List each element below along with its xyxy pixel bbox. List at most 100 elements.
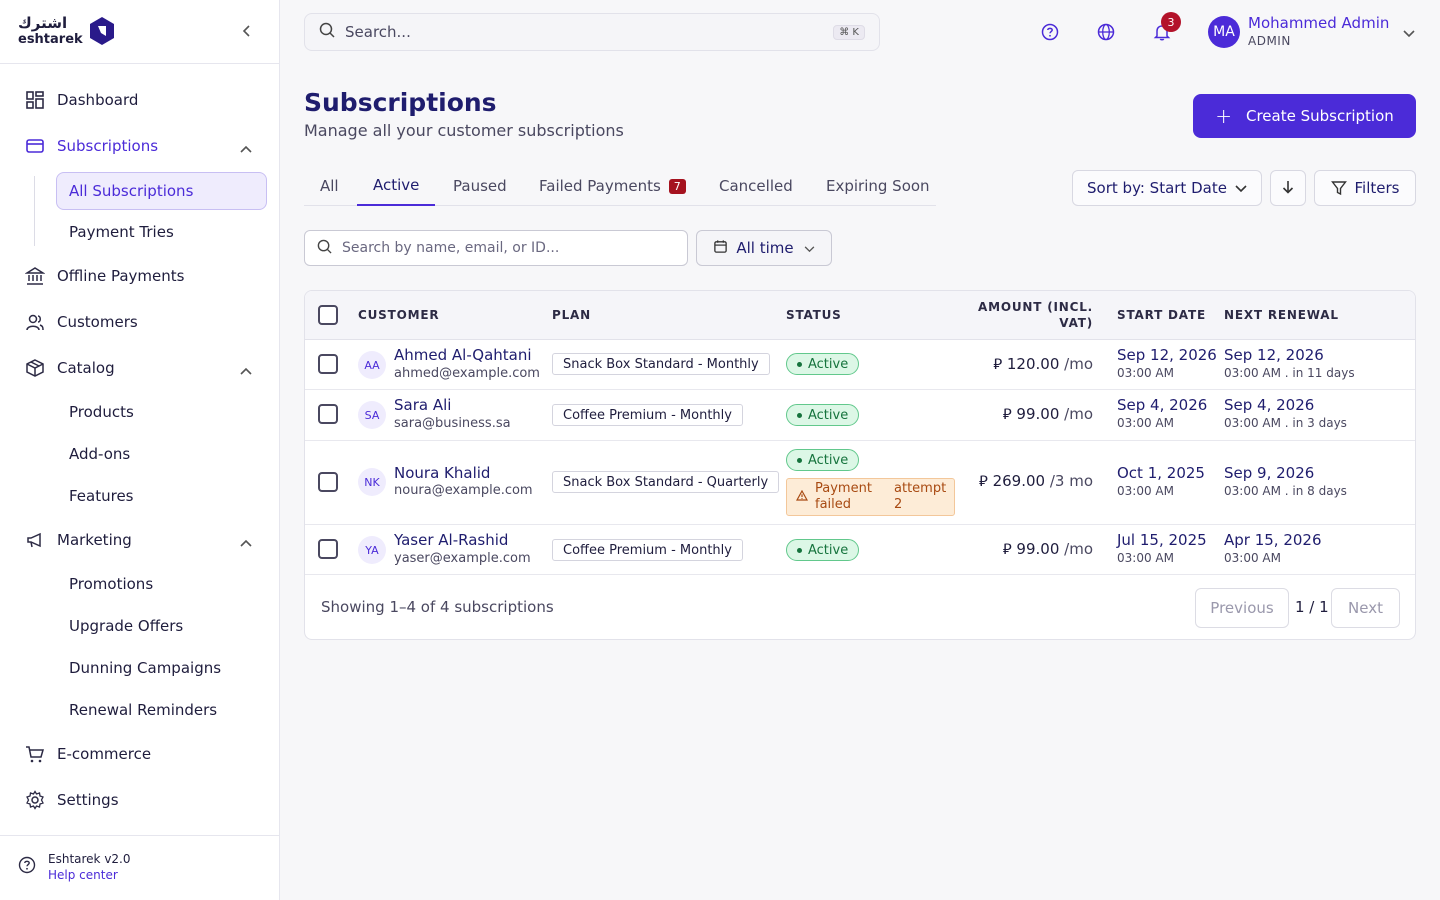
row-checkbox[interactable] xyxy=(318,472,338,492)
payment-failed-badge: Payment failed attempt 2 xyxy=(786,478,955,516)
filter-icon xyxy=(1330,181,1347,196)
help-circle-icon xyxy=(18,856,36,878)
calendar-icon xyxy=(713,239,728,258)
column-header-start-date[interactable]: START DATE xyxy=(1117,308,1206,322)
sidebar-item-customers[interactable]: Customers xyxy=(24,308,264,336)
brand-logo[interactable]: اشترك eshtarek xyxy=(18,14,115,48)
next-page-button[interactable]: Next xyxy=(1331,588,1400,628)
column-header-next-renewal[interactable]: NEXT RENEWAL xyxy=(1224,308,1339,322)
sidebar-subitem-all-subscriptions[interactable]: All Subscriptions xyxy=(56,172,267,210)
plan-tag: Coffee Premium - Monthly xyxy=(552,404,743,426)
create-subscription-button[interactable]: + Create Subscription xyxy=(1193,94,1416,138)
amount-value: ⃁ 99.00 xyxy=(1002,405,1060,423)
sidebar-subitem-renewal-reminders[interactable]: Renewal Reminders xyxy=(69,698,217,722)
page-title: Subscriptions xyxy=(304,88,497,117)
sidebar-subitem-dunning-campaigns[interactable]: Dunning Campaigns xyxy=(69,656,221,680)
avatar: AA xyxy=(358,351,386,379)
sidebar-subitem-payment-tries[interactable]: Payment Tries xyxy=(69,220,174,244)
package-icon xyxy=(24,357,46,379)
customer-name[interactable]: Yaser Al-Rashid xyxy=(394,531,508,549)
customer-name[interactable]: Ahmed Al-Qahtani xyxy=(394,346,532,364)
failed-count-badge: 7 xyxy=(668,178,686,194)
tab-all[interactable]: All xyxy=(320,166,339,206)
renewal-time: 03:00 AM . in 3 days xyxy=(1224,416,1347,430)
sidebar-subitem-features[interactable]: Features xyxy=(69,484,134,508)
amount: ⃁ 120.00 /mo xyxy=(993,355,1093,374)
column-header-status[interactable]: STATUS xyxy=(786,308,842,322)
help-center-link[interactable]: Help center xyxy=(48,867,131,883)
start-time: 03:00 AM xyxy=(1117,484,1174,498)
sidebar-footer-divider xyxy=(0,835,279,836)
previous-page-button[interactable]: Previous xyxy=(1195,588,1289,628)
user-name: Mohammed Admin xyxy=(1248,14,1390,32)
create-subscription-label: Create Subscription xyxy=(1245,107,1394,125)
sidebar-item-subscriptions[interactable]: Subscriptions xyxy=(24,132,264,160)
sidebar-item-catalog[interactable]: Catalog xyxy=(24,354,264,382)
start-date: Jul 15, 2025 xyxy=(1117,531,1207,549)
pagination-summary: Showing 1–4 of 4 subscriptions xyxy=(321,598,554,616)
page-indicator: 1 / 1 xyxy=(1295,598,1329,616)
status-label: Active xyxy=(808,356,849,372)
sidebar-item-label: Settings xyxy=(57,791,119,809)
attempt-line2: 2 xyxy=(894,497,903,512)
status-badge: Active xyxy=(786,539,860,561)
tab-failed-payments[interactable]: Failed Payments 7 xyxy=(539,166,686,206)
column-header-customer[interactable]: CUSTOMER xyxy=(358,308,439,322)
sort-direction-button[interactable] xyxy=(1270,170,1306,206)
amount: ⃁ 99.00 /mo xyxy=(1003,540,1093,559)
column-header-amount-line2[interactable]: VAT) xyxy=(1059,316,1093,330)
select-all-checkbox[interactable] xyxy=(318,305,338,325)
help-icon[interactable] xyxy=(1039,21,1061,43)
sidebar-item-marketing[interactable]: Marketing xyxy=(24,526,264,554)
row-checkbox[interactable] xyxy=(318,539,338,559)
warning-icon xyxy=(795,489,809,505)
sidebar-item-label: E-commerce xyxy=(57,745,152,763)
row-checkbox[interactable] xyxy=(318,404,338,424)
sidebar-item-dashboard[interactable]: Dashboard xyxy=(24,86,264,114)
table-row[interactable]: AA Ahmed Al-Qahtani ahmed@example.com Sn… xyxy=(305,340,1415,390)
gear-icon xyxy=(24,789,46,811)
sidebar-subitem-promotions[interactable]: Promotions xyxy=(69,572,153,596)
sort-dropdown[interactable]: Sort by: Start Date xyxy=(1072,170,1262,206)
users-icon xyxy=(24,311,46,333)
avatar: YA xyxy=(358,536,386,564)
submenu-line xyxy=(34,176,35,246)
customer-email: noura@example.com xyxy=(394,483,533,498)
bank-icon xyxy=(24,265,46,287)
sidebar-item-label: Offline Payments xyxy=(57,267,185,285)
start-time: 03:00 AM xyxy=(1117,551,1174,565)
time-range-dropdown[interactable]: All time xyxy=(696,230,832,266)
sidebar-subitem-products[interactable]: Products xyxy=(69,400,134,424)
sidebar-subitem-upgrade-offers[interactable]: Upgrade Offers xyxy=(69,614,183,638)
tab-cancelled[interactable]: Cancelled xyxy=(719,166,793,206)
sidebar-item-offline-payments[interactable]: Offline Payments xyxy=(24,262,264,290)
tab-active[interactable]: Active xyxy=(357,166,436,206)
sidebar-item-e-commerce[interactable]: E-commerce xyxy=(24,740,264,768)
row-checkbox[interactable] xyxy=(318,354,338,374)
customer-name[interactable]: Noura Khalid xyxy=(394,464,490,482)
table-row[interactable]: YA Yaser Al-Rashid yaser@example.com Cof… xyxy=(305,525,1415,575)
search-placeholder: Search by name, email, or ID... xyxy=(342,240,560,256)
tab-expiring-soon[interactable]: Expiring Soon xyxy=(826,166,930,206)
column-header-plan[interactable]: PLAN xyxy=(552,308,591,322)
tab-paused[interactable]: Paused xyxy=(453,166,507,206)
sidebar-item-settings[interactable]: Settings xyxy=(24,786,264,814)
globe-icon[interactable] xyxy=(1095,21,1117,43)
table-row[interactable]: NK Noura Khalid noura@example.com Snack … xyxy=(305,441,1415,525)
arrow-down-icon xyxy=(1282,179,1294,198)
attempt-line1: attempt xyxy=(894,481,947,496)
user-menu[interactable]: MA Mohammed Admin ADMIN xyxy=(1208,14,1415,50)
status-label: Active xyxy=(808,407,849,423)
column-header-amount-line1[interactable]: AMOUNT (INCL. xyxy=(978,300,1093,314)
table-row[interactable]: SA Sara Ali sara@business.sa Coffee Prem… xyxy=(305,390,1415,441)
renewal-time: 03:00 AM . in 8 days xyxy=(1224,484,1347,498)
customer-email: yaser@example.com xyxy=(394,551,531,566)
status-dot-icon xyxy=(797,547,802,553)
subscription-search-input[interactable]: Search by name, email, or ID... xyxy=(304,230,688,266)
collapse-sidebar-icon[interactable] xyxy=(236,20,258,42)
global-search-input[interactable]: Search... ⌘ K xyxy=(304,13,880,51)
filters-button[interactable]: Filters xyxy=(1314,170,1416,206)
customer-name[interactable]: Sara Ali xyxy=(394,396,451,414)
page-subtitle: Manage all your customer subscriptions xyxy=(304,121,624,140)
sidebar-subitem-add-ons[interactable]: Add-ons xyxy=(69,442,130,466)
